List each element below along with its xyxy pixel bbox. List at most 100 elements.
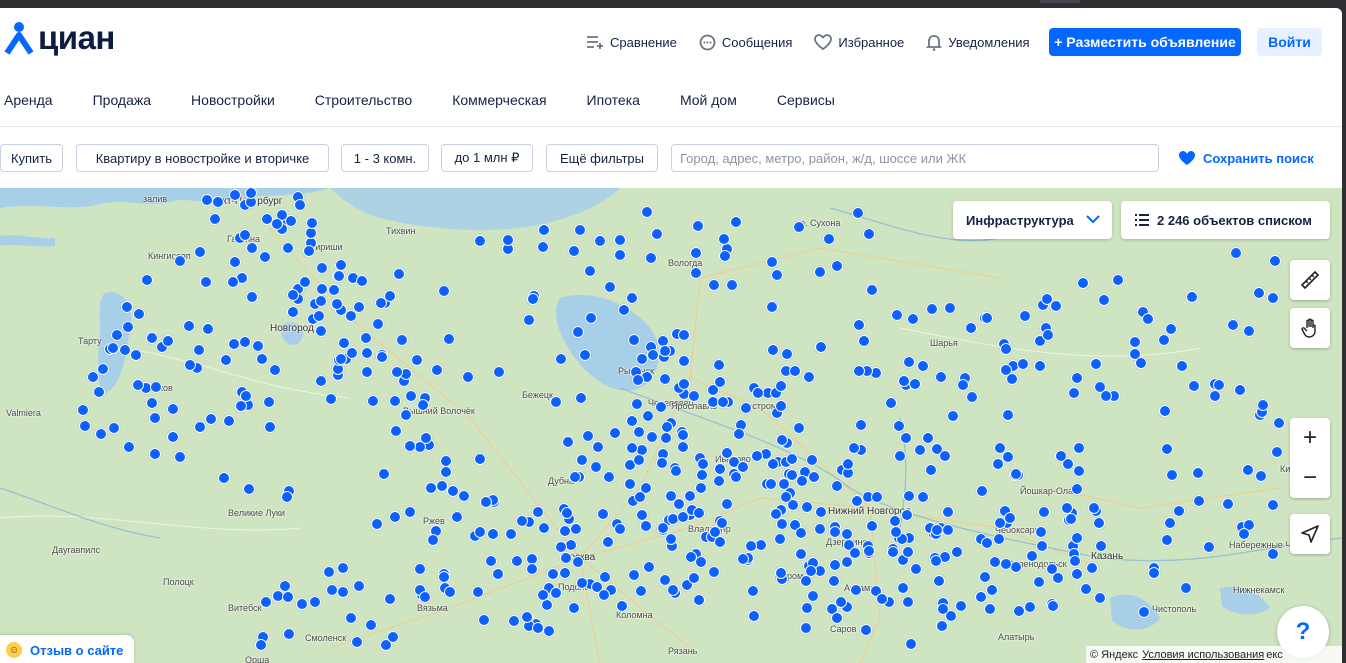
listing-marker[interactable]: [1238, 528, 1250, 540]
listing-marker[interactable]: [922, 432, 934, 444]
listing-marker[interactable]: [1088, 502, 1100, 514]
zoom-out-button[interactable]: −: [1290, 458, 1330, 498]
listing-marker[interactable]: [240, 390, 252, 402]
listing-marker[interactable]: [264, 421, 276, 433]
listing-marker[interactable]: [1033, 576, 1045, 588]
listing-marker[interactable]: [902, 546, 914, 558]
listing-marker[interactable]: [737, 553, 749, 565]
listing-marker[interactable]: [937, 603, 949, 615]
nav-services[interactable]: Сервисы: [777, 92, 835, 112]
listing-marker[interactable]: [162, 335, 174, 347]
listing-marker[interactable]: [909, 378, 921, 390]
listing-marker[interactable]: [1213, 379, 1225, 391]
listing-marker[interactable]: [853, 319, 865, 331]
listing-marker[interactable]: [965, 322, 977, 334]
price-select[interactable]: до 1 млн ₽: [441, 144, 533, 172]
listing-marker[interactable]: [1000, 343, 1012, 355]
listing-marker[interactable]: [926, 303, 938, 315]
listing-marker[interactable]: [325, 393, 337, 405]
listing-marker[interactable]: [614, 234, 626, 246]
drag-mode-button[interactable]: [1290, 308, 1330, 348]
listing-marker[interactable]: [532, 506, 544, 518]
listing-marker[interactable]: [183, 320, 195, 332]
listing-marker[interactable]: [624, 478, 636, 490]
listing-marker[interactable]: [944, 302, 956, 314]
listing-marker[interactable]: [462, 371, 474, 383]
listing-marker[interactable]: [848, 442, 860, 454]
listing-marker[interactable]: [194, 246, 206, 258]
listing-marker[interactable]: [79, 420, 91, 432]
listing-marker[interactable]: [1019, 310, 1031, 322]
listing-marker[interactable]: [316, 262, 328, 274]
listing-marker[interactable]: [708, 279, 720, 291]
listing-marker[interactable]: [404, 506, 416, 518]
locate-button[interactable]: [1290, 514, 1330, 554]
nav-rent[interactable]: Аренда: [4, 92, 53, 112]
listing-marker[interactable]: [814, 523, 826, 535]
listing-marker[interactable]: [678, 329, 690, 341]
listing-marker[interactable]: [1267, 548, 1279, 560]
listing-marker[interactable]: [781, 348, 793, 360]
listing-marker[interactable]: [803, 371, 815, 383]
listing-marker[interactable]: [1112, 274, 1124, 286]
listing-marker[interactable]: [893, 420, 905, 432]
listing-marker[interactable]: [287, 289, 299, 301]
listing-marker[interactable]: [521, 611, 533, 623]
listing-marker[interactable]: [246, 291, 258, 303]
listing-marker[interactable]: [594, 235, 606, 247]
listing-marker[interactable]: [808, 471, 820, 483]
listing-marker[interactable]: [910, 563, 922, 575]
listing-marker[interactable]: [405, 390, 417, 402]
listing-marker[interactable]: [1267, 292, 1279, 304]
listing-marker[interactable]: [93, 386, 105, 398]
listing-marker[interactable]: [1010, 468, 1022, 480]
listing-marker[interactable]: [194, 421, 206, 433]
listing-marker[interactable]: [283, 628, 295, 640]
listing-marker[interactable]: [313, 310, 325, 322]
listing-marker[interactable]: [933, 575, 945, 587]
listing-marker[interactable]: [391, 366, 403, 378]
listing-marker[interactable]: [1138, 606, 1150, 618]
listing-marker[interactable]: [957, 379, 969, 391]
listing-marker[interactable]: [1080, 583, 1092, 595]
listing-marker[interactable]: [568, 245, 580, 257]
listing-marker[interactable]: [796, 475, 808, 487]
nav-sale[interactable]: Продажа: [93, 92, 151, 112]
listing-marker[interactable]: [389, 395, 401, 407]
post-ad-button[interactable]: + Разместить объявление: [1049, 28, 1241, 56]
listing-marker[interactable]: [692, 220, 704, 232]
listing-marker[interactable]: [337, 562, 349, 574]
infrastructure-dropdown[interactable]: Инфраструктура: [953, 201, 1112, 239]
listing-marker[interactable]: [655, 401, 667, 413]
listing-marker[interactable]: [1158, 334, 1170, 346]
listing-marker[interactable]: [527, 293, 539, 305]
listing-marker[interactable]: [346, 347, 358, 359]
listing-marker[interactable]: [714, 463, 726, 475]
listing-marker[interactable]: [1203, 541, 1215, 553]
listing-marker[interactable]: [282, 242, 294, 254]
listing-marker[interactable]: [205, 413, 217, 425]
listing-marker[interactable]: [167, 431, 179, 443]
listing-marker[interactable]: [1098, 294, 1110, 306]
listing-marker[interactable]: [842, 458, 854, 470]
zoom-in-button[interactable]: +: [1290, 418, 1330, 458]
listing-marker[interactable]: [306, 217, 318, 229]
listing-marker[interactable]: [1047, 600, 1059, 612]
listing-marker[interactable]: [119, 344, 131, 356]
listing-marker[interactable]: [1052, 572, 1064, 584]
listing-marker[interactable]: [387, 631, 399, 643]
listing-marker[interactable]: [193, 344, 205, 356]
listing-marker[interactable]: [123, 441, 135, 453]
listing-marker[interactable]: [1192, 467, 1204, 479]
listing-marker[interactable]: [858, 335, 870, 347]
listing-marker[interactable]: [255, 639, 267, 651]
listing-marker[interactable]: [427, 534, 439, 546]
listing-marker[interactable]: [1065, 513, 1077, 525]
listing-marker[interactable]: [976, 485, 988, 497]
listing-marker[interactable]: [516, 515, 528, 527]
listing-marker[interactable]: [472, 586, 484, 598]
listing-marker[interactable]: [559, 567, 571, 579]
listing-marker[interactable]: [626, 292, 638, 304]
listing-marker[interactable]: [936, 620, 948, 632]
listing-marker[interactable]: [829, 526, 841, 538]
